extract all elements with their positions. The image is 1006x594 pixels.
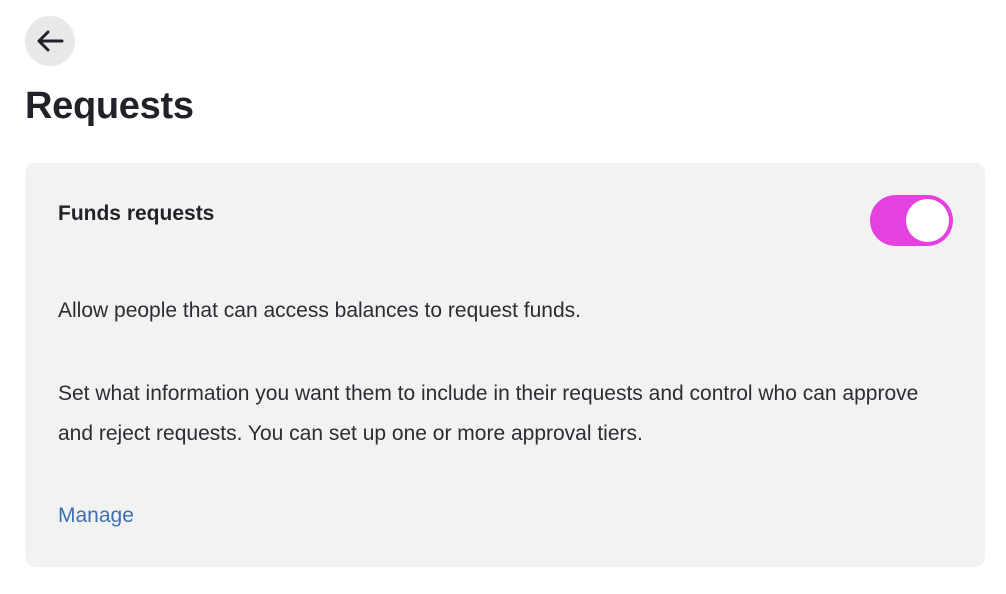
requests-page: Requests Funds requests Allow people tha…	[0, 0, 1006, 594]
funds-requests-card: Funds requests Allow people that can acc…	[25, 163, 985, 567]
funds-requests-details: Set what information you want them to in…	[58, 382, 919, 445]
funds-requests-description: Allow people that can access balances to…	[58, 299, 581, 322]
arrow-left-icon	[35, 29, 65, 53]
manage-link[interactable]: Manage	[58, 496, 134, 536]
toggle-knob	[906, 199, 949, 242]
funds-requests-title: Funds requests	[58, 202, 215, 225]
funds-requests-toggle[interactable]	[870, 195, 953, 246]
back-button[interactable]	[25, 16, 75, 66]
page-title: Requests	[25, 85, 194, 127]
